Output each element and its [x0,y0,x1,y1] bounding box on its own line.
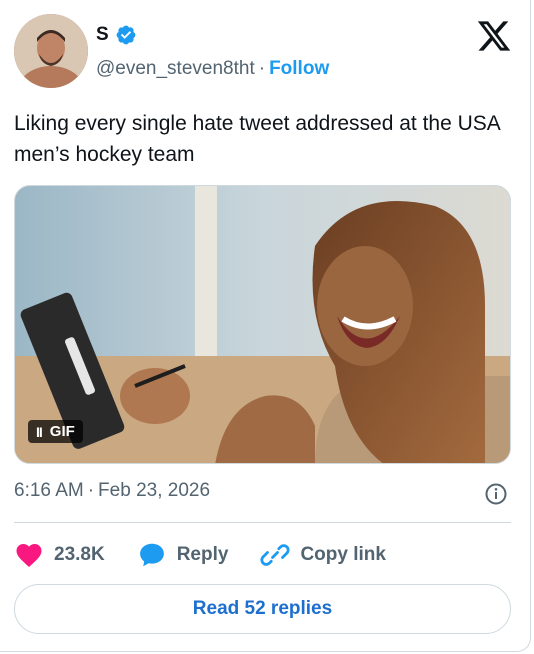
tweet-text: Liking every single hate tweet addressed… [14,112,500,166]
reply-button[interactable]: Reply [137,540,229,570]
heart-icon [16,544,42,567]
author-handle[interactable]: @even_steven8tht [96,58,255,79]
timestamp-separator: · [87,480,95,501]
avatar[interactable] [14,14,88,88]
reply-bubble-icon [139,543,164,567]
x-logo-icon[interactable] [476,18,512,54]
reply-label: Reply [176,544,229,565]
verified-badge-icon [116,25,136,45]
like-count: 23.8K [54,544,105,565]
action-bar: 23.8K Reply Copy link [14,540,418,570]
author-name[interactable]: S [96,24,109,46]
author-name-row: S [96,24,137,46]
info-icon[interactable] [484,482,508,506]
copy-link-button[interactable]: Copy link [260,540,386,570]
tweet-timestamp[interactable]: 6:16 AM · Feb 23, 2026 [14,480,210,502]
read-replies-button[interactable]: Read 52 replies [14,584,511,634]
tweet-media-gif[interactable] [14,185,511,464]
handle-separator: · [258,58,266,79]
tweet-date: Feb 23, 2026 [98,480,211,501]
link-icon [260,544,290,566]
gif-badge[interactable]: II GIF [28,420,83,443]
tweet-time: 6:16 AM [14,480,84,501]
divider [14,522,511,523]
gif-label: GIF [49,423,75,440]
follow-button[interactable]: Follow [269,58,329,79]
tweet-card: S @even_steven8tht · Follow Liking every s… [0,0,531,652]
author-handle-row: @even_steven8tht · Follow [96,58,329,80]
like-button[interactable]: 23.8K [14,540,105,570]
copy-link-label: Copy link [300,544,386,565]
pause-icon[interactable]: II [36,424,43,440]
